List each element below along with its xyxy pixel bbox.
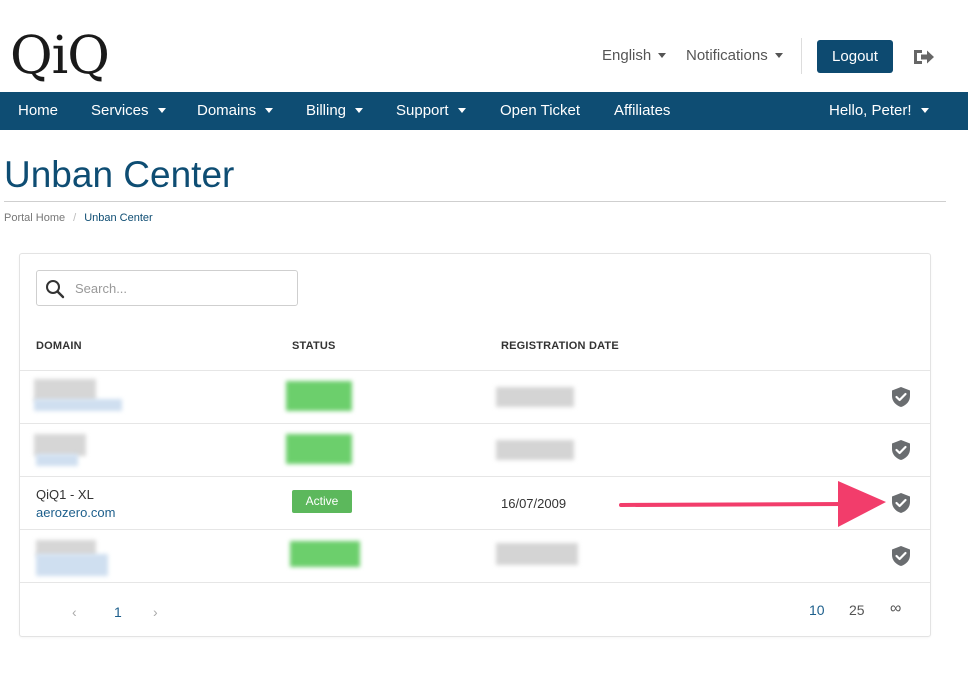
redacted-domain — [36, 454, 78, 466]
logout-button[interactable]: Logout — [817, 40, 893, 73]
language-label: English — [602, 47, 652, 64]
nav-domains-label: Domains — [197, 102, 257, 119]
page-size-10[interactable]: 10 — [809, 602, 825, 618]
nav-home[interactable]: Home — [18, 92, 58, 130]
chevron-down-icon — [658, 52, 667, 58]
chevron-down-icon — [920, 107, 929, 113]
top-header: QiQ English Notifications Logout — [0, 0, 968, 92]
notifications-label: Notifications — [686, 47, 768, 64]
column-header-registration-date[interactable]: REGISTRATION DATE — [501, 340, 619, 352]
pagination-page-1[interactable]: 1 — [114, 604, 122, 620]
nav-open-ticket-label: Open Ticket — [500, 102, 581, 119]
shield-check-icon[interactable] — [891, 439, 911, 461]
brand-logo[interactable]: QiQ — [10, 26, 110, 86]
redacted-product — [34, 379, 96, 401]
nav-support[interactable]: Support — [396, 92, 466, 130]
nav-billing[interactable]: Billing — [306, 92, 364, 130]
redacted-date — [496, 387, 574, 407]
table-row[interactable] — [20, 370, 930, 423]
search-field[interactable] — [36, 270, 298, 306]
redacted-domain — [36, 554, 108, 576]
nav-user-menu[interactable]: Hello, Peter! — [829, 92, 929, 130]
page-title: Unban Center — [4, 154, 235, 195]
redacted-product — [34, 434, 86, 456]
breadcrumb-separator: / — [73, 212, 77, 224]
table-row[interactable] — [20, 529, 930, 582]
product-name: QiQ1 - XL — [36, 487, 94, 502]
table-row[interactable]: QiQ1 - XL aerozero.com Active 16/07/2009 — [20, 476, 930, 529]
language-dropdown[interactable]: English — [602, 46, 667, 66]
unban-table-card: DOMAIN STATUS REGISTRATION DATE QiQ1 - X… — [19, 253, 931, 637]
chevron-down-icon — [157, 107, 166, 113]
header-divider — [801, 38, 802, 74]
search-input[interactable] — [75, 278, 285, 298]
pagination-next[interactable]: › — [153, 604, 158, 620]
column-header-status[interactable]: STATUS — [292, 340, 336, 352]
redacted-status — [290, 541, 360, 567]
nav-affiliates-label: Affiliates — [614, 102, 671, 119]
status-badge: Active — [292, 490, 352, 513]
nav-services-label: Services — [91, 102, 149, 119]
column-header-domain[interactable]: DOMAIN — [36, 340, 82, 352]
nav-affiliates[interactable]: Affiliates — [614, 92, 670, 130]
nav-domains[interactable]: Domains — [197, 92, 274, 130]
nav-user-label: Hello, Peter! — [829, 102, 912, 119]
registration-date: 16/07/2009 — [501, 496, 567, 511]
breadcrumb-current: Unban Center — [84, 212, 153, 224]
chevron-down-icon — [355, 107, 364, 113]
redacted-status — [286, 434, 352, 464]
breadcrumb: Portal Home / Unban Center — [4, 211, 153, 225]
shield-check-icon[interactable] — [891, 545, 911, 567]
redacted-domain — [34, 399, 122, 411]
sign-out-icon[interactable] — [912, 47, 936, 67]
redacted-date — [496, 440, 574, 460]
page-size-all[interactable]: ∞ — [890, 600, 901, 618]
shield-check-icon[interactable] — [891, 386, 911, 408]
table-bottom-border — [20, 582, 930, 583]
nav-home-label: Home — [18, 102, 59, 119]
nav-support-label: Support — [396, 102, 449, 119]
chevron-down-icon — [265, 107, 274, 113]
pagination-prev[interactable]: ‹ — [72, 604, 77, 620]
chevron-down-icon — [774, 52, 783, 58]
nav-billing-label: Billing — [306, 102, 347, 119]
chevron-down-icon — [457, 107, 466, 113]
page-size-25[interactable]: 25 — [849, 602, 865, 618]
breadcrumb-portal-home[interactable]: Portal Home — [4, 212, 65, 224]
title-divider — [4, 201, 946, 202]
nav-services[interactable]: Services — [91, 92, 166, 130]
redacted-status — [286, 381, 352, 411]
redacted-date — [496, 543, 578, 565]
shield-check-icon[interactable] — [891, 492, 911, 514]
main-navbar: Home Services Domains Billing Support Op… — [0, 92, 968, 130]
notifications-dropdown[interactable]: Notifications — [686, 46, 783, 66]
search-icon — [46, 280, 65, 299]
table-row[interactable] — [20, 423, 930, 476]
domain-link[interactable]: aerozero.com — [36, 505, 115, 521]
nav-open-ticket[interactable]: Open Ticket — [500, 92, 580, 130]
